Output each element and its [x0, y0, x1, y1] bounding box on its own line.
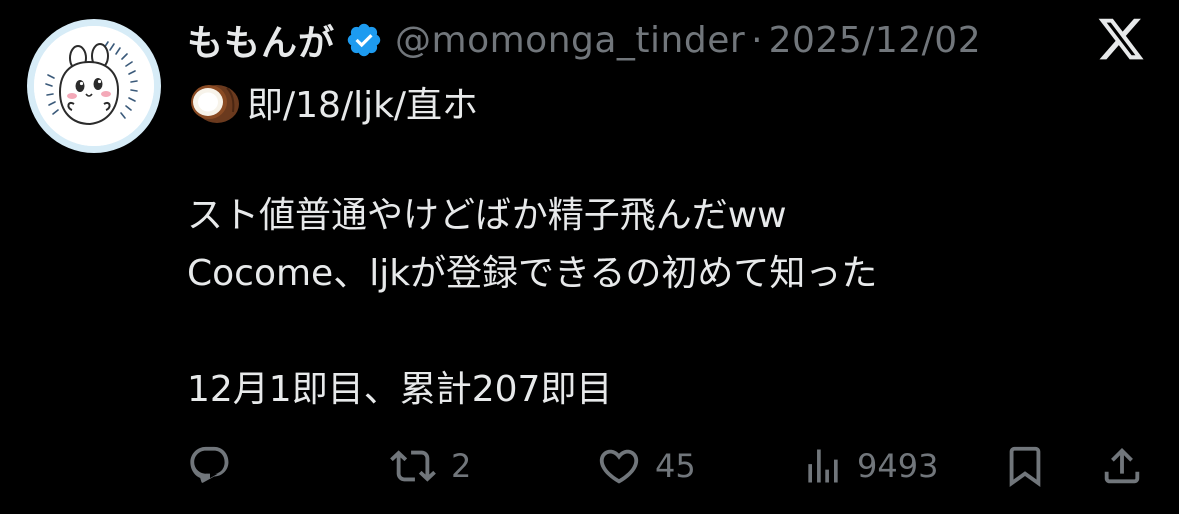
tweet-date[interactable]: 2025/12/02	[769, 20, 982, 61]
share-icon	[1099, 443, 1145, 489]
separator-dot: ·	[751, 19, 763, 61]
retweet-button[interactable]: 2	[387, 440, 471, 492]
tweet-text-line-4: 12月1即目、累計207即目	[187, 369, 613, 410]
x-logo-icon	[1095, 14, 1147, 64]
retweet-count: 2	[451, 447, 472, 485]
display-name[interactable]: ももんが	[187, 14, 335, 66]
heart-icon	[595, 443, 643, 489]
views-count: 9493	[857, 447, 939, 485]
like-button[interactable]: 45	[595, 440, 696, 492]
retweet-icon	[387, 443, 439, 489]
bookmark-icon	[1002, 443, 1048, 489]
momonga-illustration	[34, 26, 154, 146]
tweet-header: ももんが @momonga_tinder · 2025/12/02	[187, 14, 981, 66]
bookmark-button[interactable]	[1002, 440, 1048, 492]
action-bar: 2 45 9493	[187, 440, 1147, 492]
verified-badge-icon	[345, 21, 383, 59]
tweet-text-line-3: Cocome、ljkが登録できるの初めて知った	[187, 253, 878, 294]
reply-icon	[187, 443, 233, 489]
views-button[interactable]: 9493	[801, 440, 938, 492]
avatar-illustration	[34, 26, 154, 146]
avatar[interactable]	[27, 19, 161, 153]
share-button[interactable]	[1099, 440, 1145, 492]
tweet-card: ももんが @momonga_tinder · 2025/12/02 即/18/l…	[0, 0, 1179, 514]
reply-button[interactable]	[187, 440, 233, 492]
like-count: 45	[655, 447, 696, 485]
coconut-emoji-icon	[187, 78, 241, 126]
tweet-text-line-2: スト値普通やけどばか精子飛んだww	[187, 195, 787, 236]
user-handle[interactable]: @momonga_tinder	[395, 20, 745, 61]
views-chart-icon	[801, 443, 845, 489]
tweet-first-line-text: 即/18/ljk/直ホ	[247, 85, 479, 126]
tweet-first-line: 即/18/ljk/直ホ	[187, 76, 478, 128]
